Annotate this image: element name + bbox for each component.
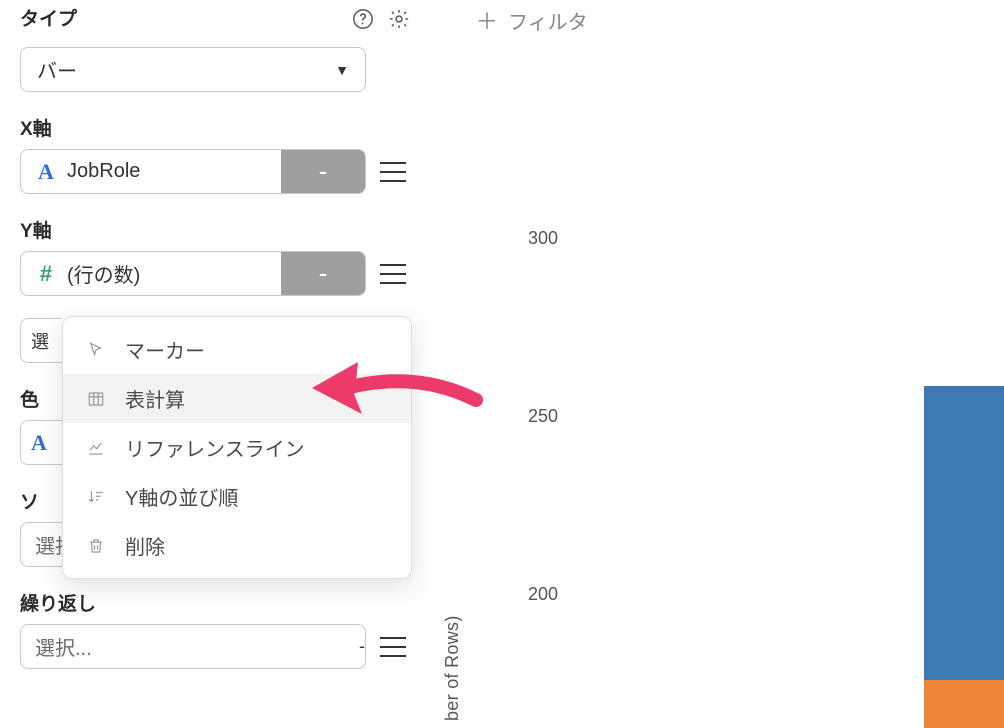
y-axis-label: Y軸 (20, 216, 410, 243)
chart-type-select[interactable]: バー ▼ (20, 47, 366, 92)
help-icon[interactable] (352, 8, 374, 35)
menu-item-delete[interactable]: 削除 (63, 521, 411, 570)
color-field-stub[interactable]: A (20, 420, 62, 465)
x-axis-field-name: JobRole (67, 160, 140, 183)
bar-segment-orange (924, 680, 1004, 728)
plus-icon: ＋ (476, 4, 498, 36)
y-axis-field-pill[interactable]: # (行の数) - (20, 251, 366, 296)
repeat-menu-button[interactable] (380, 637, 406, 657)
repeat-placeholder: 選択... (21, 632, 359, 661)
y-axis-title-fragment: ber of Rows) (442, 615, 463, 721)
line-chart-icon (85, 439, 107, 457)
menu-item-reference-line[interactable]: リファレンスライン (63, 423, 411, 472)
trash-icon (85, 537, 107, 555)
repeat-label: 繰り返し (20, 589, 410, 616)
y-axis-menu-button[interactable] (380, 264, 406, 284)
type-label: タイプ (20, 4, 77, 31)
x-axis-label: X軸 (20, 114, 410, 141)
menu-item-y-sort[interactable]: Y軸の並び順 (63, 472, 411, 521)
y-tick-300: 300 (528, 228, 558, 249)
y-tick-200: 200 (528, 584, 558, 605)
menu-item-table-calc[interactable]: 表計算 (63, 374, 411, 423)
x-axis-field-pill[interactable]: A JobRole - (20, 149, 366, 194)
sort-icon (85, 488, 107, 506)
chart-area: ＋ フィルタ 300 250 200 ber of Rows) (440, 0, 1004, 728)
gear-icon[interactable] (388, 8, 410, 35)
text-type-icon: A (31, 430, 47, 456)
x-axis-menu-button[interactable] (380, 162, 406, 182)
add-filter-button[interactable]: ＋ フィルタ (476, 4, 588, 36)
menu-item-marker[interactable]: マーカー (63, 325, 411, 374)
chevron-down-icon: ▼ (335, 62, 349, 78)
select-stub[interactable]: 選 (20, 318, 62, 363)
number-type-icon: # (35, 261, 57, 287)
chart-type-value: バー (37, 55, 77, 84)
y-axis-field-name: (行の数) (67, 259, 140, 288)
bar-segment-blue (924, 386, 1004, 728)
y-axis-remove-button[interactable]: - (281, 252, 365, 295)
cursor-icon (85, 341, 107, 359)
y-axis-context-menu: マーカー 表計算 リファレンスライン Y軸の並び順 削除 (62, 316, 412, 579)
x-axis-remove-button[interactable]: - (281, 150, 365, 193)
table-icon (85, 390, 107, 408)
repeat-remove-button[interactable]: - (359, 636, 365, 657)
text-type-icon: A (35, 159, 57, 185)
y-tick-250: 250 (528, 406, 558, 427)
repeat-field-pill[interactable]: 選択... - (20, 624, 366, 669)
